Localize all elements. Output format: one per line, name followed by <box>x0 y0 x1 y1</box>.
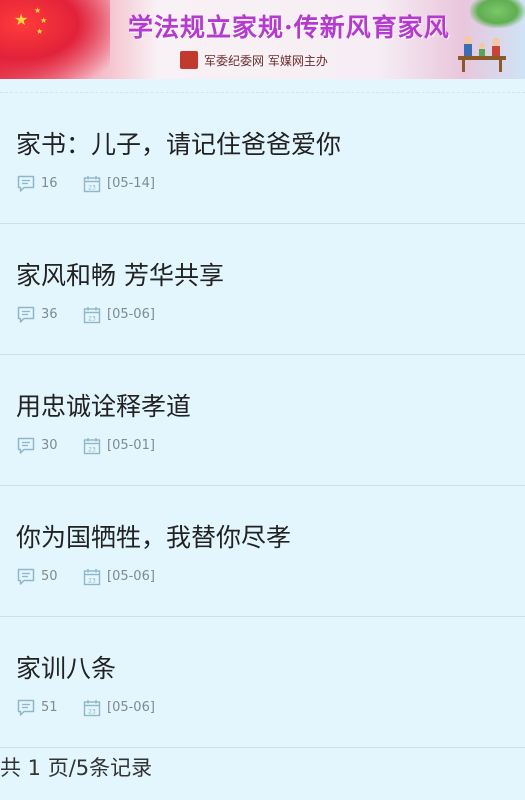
pagination-summary: 共 1 页/5条记录 <box>0 756 153 780</box>
comment-icon <box>17 175 35 192</box>
banner-title: 学法规立家规·传新风育家风 <box>128 13 450 42</box>
star-icon: ★ <box>34 6 42 15</box>
comment-count: 50 <box>41 569 58 584</box>
article-meta: 36 23 [05-06] <box>16 305 316 325</box>
calendar-icon: 23 <box>83 700 101 717</box>
svg-text:23: 23 <box>88 316 96 323</box>
article-meta: 16 23 [05-14] <box>16 174 316 194</box>
article-title[interactable]: 家书：儿子，请记住爸爸爱你 <box>16 125 341 161</box>
comment-count: 51 <box>41 700 58 715</box>
seal-icon <box>180 51 198 69</box>
family-illustration <box>458 36 506 72</box>
list-item[interactable]: 家训八条 51 23 [05-06] <box>0 617 525 748</box>
comment-icon <box>17 437 35 454</box>
calendar-icon: 23 <box>83 569 101 586</box>
leaf-decoration <box>470 0 525 28</box>
article-title[interactable]: 用忠诚诠释孝道 <box>16 387 191 423</box>
comment-icon <box>17 699 35 716</box>
list-item[interactable]: 家书：儿子，请记住爸爸爱你 16 23 [05-14] <box>0 93 525 224</box>
star-icon: ★ <box>40 16 48 25</box>
list-item[interactable]: 你为国牺牲，我替你尽孝 50 23 [05-06] <box>0 486 525 617</box>
list-item[interactable]: 家风和畅 芳华共享 36 23 [05-06] <box>0 224 525 355</box>
star-icon: ★ <box>36 27 44 36</box>
publish-date: [05-01] <box>107 438 155 453</box>
star-icon: ★ <box>14 10 29 29</box>
comment-count: 16 <box>41 176 58 191</box>
publish-date: [05-06] <box>107 569 155 584</box>
svg-text:23: 23 <box>88 447 96 454</box>
banner-subtitle: 军委纪委网 军媒网主办 <box>204 54 328 68</box>
calendar-icon: 23 <box>83 307 101 324</box>
article-meta: 50 23 [05-06] <box>16 567 316 587</box>
comment-count: 30 <box>41 438 58 453</box>
publish-date: [05-06] <box>107 307 155 322</box>
article-meta: 30 23 [05-01] <box>16 436 316 456</box>
article-list: 家书：儿子，请记住爸爸爱你 16 23 [05-14] 家风和畅 芳华共享 36… <box>0 93 525 748</box>
publish-date: [05-06] <box>107 700 155 715</box>
comment-icon <box>17 568 35 585</box>
svg-text:23: 23 <box>88 578 96 585</box>
header-banner: ★ ★ ★ ★ 学法规立家规·传新风育家风 军委纪委网 军媒网主办 <box>0 0 525 79</box>
calendar-icon: 23 <box>83 438 101 455</box>
comment-count: 36 <box>41 307 58 322</box>
svg-text:23: 23 <box>88 185 96 192</box>
publish-date: [05-14] <box>107 176 155 191</box>
article-title[interactable]: 家风和畅 芳华共享 <box>16 256 224 292</box>
article-title[interactable]: 你为国牺牲，我替你尽孝 <box>16 518 291 554</box>
article-title[interactable]: 家训八条 <box>16 649 116 685</box>
svg-text:23: 23 <box>88 709 96 716</box>
article-meta: 51 23 [05-06] <box>16 698 316 718</box>
calendar-icon: 23 <box>83 176 101 193</box>
comment-icon <box>17 306 35 323</box>
list-item[interactable]: 用忠诚诠释孝道 30 23 [05-01] <box>0 355 525 486</box>
